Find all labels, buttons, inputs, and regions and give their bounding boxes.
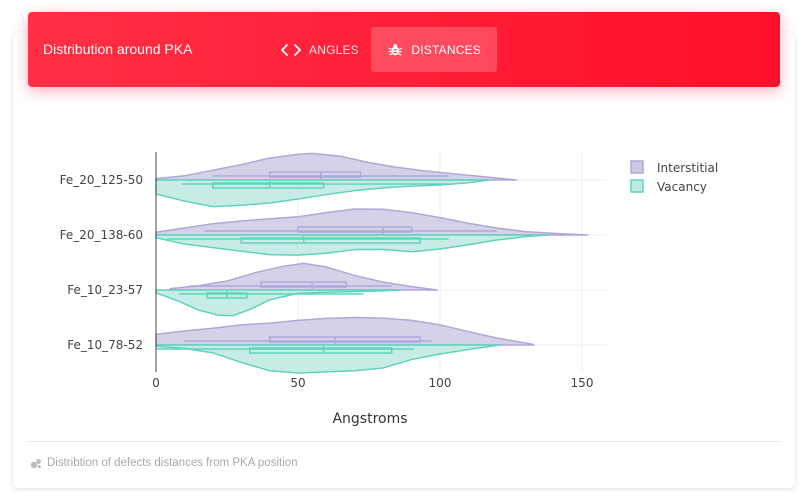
violin-chart: Fe_10_78-52 Fe_10_23-57 Fe_20_138-60 Fe_20_… — [60, 152, 718, 427]
y-tick-label: Fe_10_78-52 — [67, 338, 143, 352]
x-axis-title: Angstroms — [332, 411, 407, 427]
legend-label-interstitial: Interstitial — [657, 161, 718, 175]
violin-vacancy-Fe_20_125-50 — [155, 179, 490, 208]
legend-swatch-vacancy — [630, 179, 644, 193]
violin-vacancy-Fe_10_23-57 — [155, 289, 401, 317]
violin-vacancy-Fe_10_78-52 — [155, 344, 501, 374]
bubbles-icon — [30, 459, 41, 469]
legend-label-vacancy: Vacancy — [657, 180, 707, 194]
x-tick-label: 50 — [290, 376, 305, 390]
y-tick-label: Fe_20_125-50 — [60, 173, 143, 187]
x-tick-label: 100 — [429, 376, 452, 390]
violin-interstitial-Fe_10_78-52 — [155, 316, 535, 346]
footer-divider — [28, 441, 780, 442]
footer-text: Distribtion of defects distances from PK… — [47, 457, 298, 469]
legend-swatch-interstitial — [630, 160, 644, 174]
y-tick-label: Fe_10_23-57 — [67, 283, 143, 297]
y-tick-label: Fe_20_138-60 — [60, 228, 143, 242]
violin-interstitial-Fe_20_125-50 — [155, 152, 518, 181]
card-footer: Distribtion of defects distances from PK… — [30, 457, 298, 469]
x-tick-label: 150 — [571, 376, 594, 390]
violin-interstitial-Fe_20_138-60 — [155, 208, 589, 236]
violin-vacancy-Fe_20_138-60 — [155, 234, 549, 256]
violin-interstitial-Fe_10_23-57 — [169, 262, 438, 291]
x-tick-label: 0 — [152, 376, 160, 390]
